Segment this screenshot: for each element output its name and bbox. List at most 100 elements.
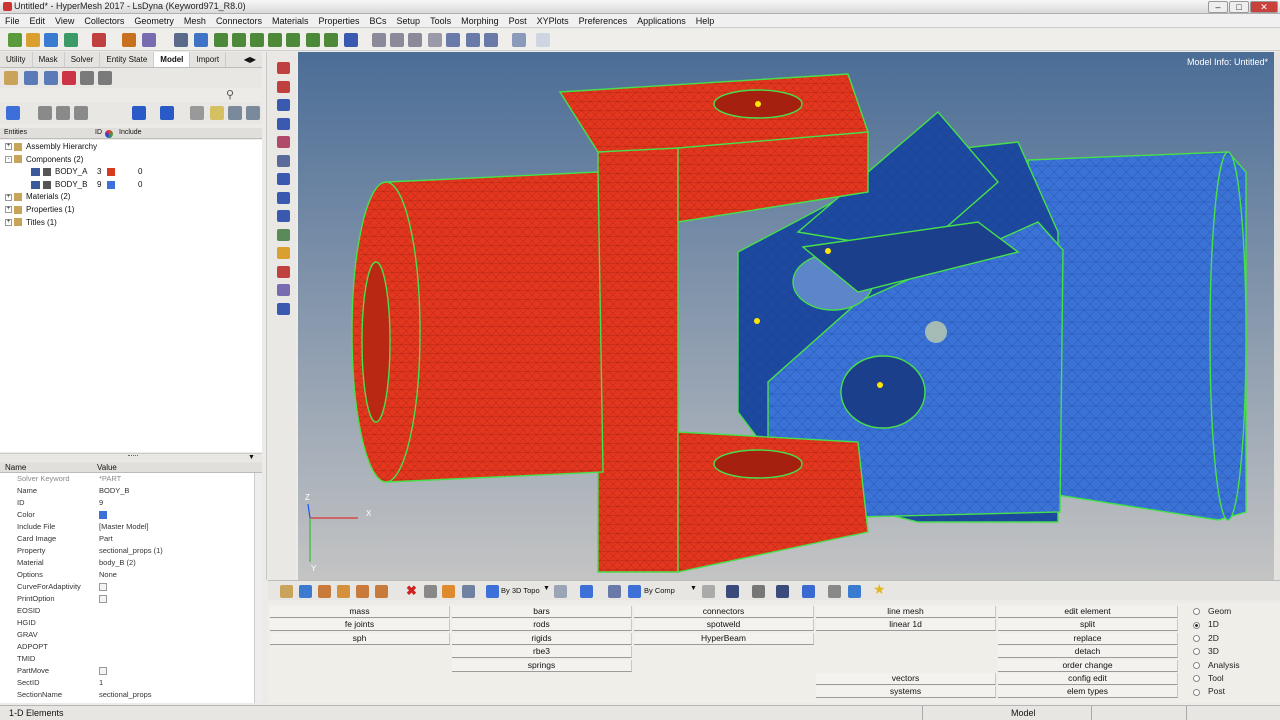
tree-item[interactable]: BODY_B 9 0 bbox=[19, 179, 142, 191]
comp-icon[interactable] bbox=[277, 99, 290, 111]
maximize-button[interactable]: □ bbox=[1229, 1, 1249, 13]
radio-circle-icon[interactable] bbox=[1193, 635, 1200, 643]
save-view-icon[interactable] bbox=[299, 585, 312, 598]
tree-item[interactable]: - Components (2) bbox=[5, 154, 83, 166]
view-iso-icon[interactable] bbox=[214, 33, 228, 47]
menu-morphing[interactable]: Morphing bbox=[456, 14, 504, 27]
panel-button-split[interactable]: split bbox=[998, 619, 1178, 632]
panel-button-bars[interactable]: bars bbox=[452, 606, 632, 618]
eye-icon[interactable] bbox=[246, 106, 260, 120]
comp-color-select[interactable]: By Comp bbox=[644, 586, 675, 595]
assembly-view-icon[interactable] bbox=[44, 71, 58, 85]
model-browser-icon[interactable] bbox=[142, 33, 156, 47]
property-row[interactable]: HGID bbox=[0, 617, 255, 629]
view-front-icon[interactable] bbox=[306, 33, 320, 47]
menu-file[interactable]: File bbox=[0, 14, 25, 27]
flat-view-icon[interactable] bbox=[62, 71, 76, 85]
surface-icon[interactable] bbox=[277, 117, 290, 130]
property-row[interactable]: CurveForAdaptivity bbox=[0, 581, 255, 593]
hide-icon[interactable] bbox=[56, 106, 70, 120]
property-row[interactable]: Name BODY_B bbox=[0, 485, 255, 497]
lasso-icon[interactable] bbox=[554, 585, 567, 598]
panel-button-spotweld[interactable]: spotweld bbox=[634, 619, 814, 632]
tree-item[interactable]: + Properties (1) bbox=[5, 204, 74, 216]
tree-item[interactable]: BODY_A 3 0 bbox=[19, 166, 142, 178]
element-display-icon[interactable] bbox=[132, 106, 146, 120]
panel-button-linear-1d[interactable]: linear 1d bbox=[816, 619, 996, 632]
visibility-icon[interactable] bbox=[228, 106, 242, 120]
property-checkbox[interactable] bbox=[99, 583, 107, 591]
property-checkbox[interactable] bbox=[99, 667, 107, 675]
menu-bcs[interactable]: BCs bbox=[365, 14, 392, 27]
property-row[interactable]: SectionName sectional_props bbox=[0, 689, 255, 701]
star-icon[interactable]: ★ bbox=[873, 581, 886, 598]
tab-utility[interactable]: Utility bbox=[0, 52, 33, 67]
import-icon[interactable] bbox=[64, 33, 78, 47]
shaded-icon[interactable] bbox=[726, 585, 739, 598]
panel-button-mass[interactable]: mass bbox=[270, 606, 450, 618]
panel-button-HyperBeam[interactable]: HyperBeam bbox=[634, 632, 814, 645]
abc-icon[interactable] bbox=[277, 247, 290, 259]
radio-circle-icon[interactable] bbox=[1193, 608, 1200, 616]
radio-circle-icon[interactable] bbox=[1193, 661, 1200, 669]
property-row[interactable]: Color bbox=[0, 509, 255, 521]
expand-icon[interactable]: - bbox=[5, 155, 12, 163]
plot-icon[interactable] bbox=[277, 302, 290, 315]
zoom-fit-icon[interactable] bbox=[390, 33, 404, 47]
radio-circle-icon[interactable] bbox=[1193, 675, 1200, 683]
unmask-icon[interactable] bbox=[356, 585, 369, 598]
property-value[interactable]: sectional_props bbox=[99, 689, 152, 701]
minimize-button[interactable]: – bbox=[1208, 1, 1228, 13]
property-value[interactable]: 9 bbox=[99, 497, 103, 509]
property-row[interactable]: TMID bbox=[0, 653, 255, 665]
search-icon[interactable]: ⚲ bbox=[226, 88, 234, 101]
tab-mask[interactable]: Mask bbox=[33, 52, 65, 67]
folder-icon[interactable] bbox=[4, 71, 18, 85]
label-icon[interactable] bbox=[277, 228, 290, 241]
view-3d-icon[interactable] bbox=[344, 33, 358, 47]
expand-icon[interactable]: + bbox=[5, 206, 12, 214]
view-back-icon[interactable] bbox=[324, 33, 338, 47]
panel-button-systems[interactable]: systems bbox=[816, 686, 996, 699]
menu-properties[interactable]: Properties bbox=[313, 14, 364, 27]
export-icon[interactable] bbox=[92, 33, 106, 47]
view-right-icon[interactable] bbox=[286, 33, 300, 47]
element-color-icon[interactable] bbox=[580, 585, 593, 598]
topo-display-select[interactable]: By 3D Topo bbox=[501, 586, 540, 595]
mask-display-icon[interactable] bbox=[337, 585, 350, 598]
menu-help[interactable]: Help bbox=[691, 14, 720, 27]
property-value[interactable]: BODY_B bbox=[99, 485, 129, 497]
property-value[interactable]: sectional_props (1) bbox=[99, 545, 163, 557]
rotate-icon[interactable] bbox=[446, 33, 460, 47]
open-icon[interactable] bbox=[26, 33, 40, 47]
property-row[interactable]: Options None bbox=[0, 569, 255, 581]
property-value[interactable]: None bbox=[99, 569, 117, 581]
pan-icon[interactable] bbox=[428, 33, 442, 47]
line-icon[interactable] bbox=[752, 585, 765, 598]
zoom-out-icon[interactable] bbox=[408, 33, 422, 47]
property-value[interactable]: Part bbox=[99, 533, 113, 545]
box-icon[interactable] bbox=[318, 585, 331, 598]
save-icon[interactable] bbox=[44, 33, 58, 47]
new-icon[interactable] bbox=[8, 33, 22, 47]
menu-geometry[interactable]: Geometry bbox=[129, 14, 179, 27]
radio-geom[interactable]: Geom bbox=[1193, 606, 1231, 616]
chevron-down-icon[interactable]: ▼ bbox=[690, 585, 697, 592]
tab-import[interactable]: Import bbox=[190, 52, 227, 67]
panel-splitter[interactable]: ▼ bbox=[0, 453, 262, 461]
panel-button-order-change[interactable]: order change bbox=[998, 659, 1178, 672]
property-row[interactable]: Material body_B (2) bbox=[0, 557, 255, 569]
pointer-icon[interactable] bbox=[190, 106, 204, 120]
topo-display-icon[interactable] bbox=[486, 585, 499, 598]
property-row[interactable]: GRAV bbox=[0, 629, 255, 641]
panel-button-vectors[interactable]: vectors bbox=[816, 673, 996, 685]
property-row[interactable]: ID 9 bbox=[0, 497, 255, 509]
display-icon[interactable] bbox=[277, 62, 290, 74]
menu-setup[interactable]: Setup bbox=[392, 14, 426, 27]
show-icon[interactable] bbox=[38, 106, 52, 120]
menu-mesh[interactable]: Mesh bbox=[179, 14, 211, 27]
component-view-icon[interactable] bbox=[24, 71, 38, 85]
undo-icon[interactable] bbox=[512, 33, 526, 47]
element-icon[interactable] bbox=[277, 80, 290, 93]
load-icon[interactable] bbox=[277, 173, 290, 185]
